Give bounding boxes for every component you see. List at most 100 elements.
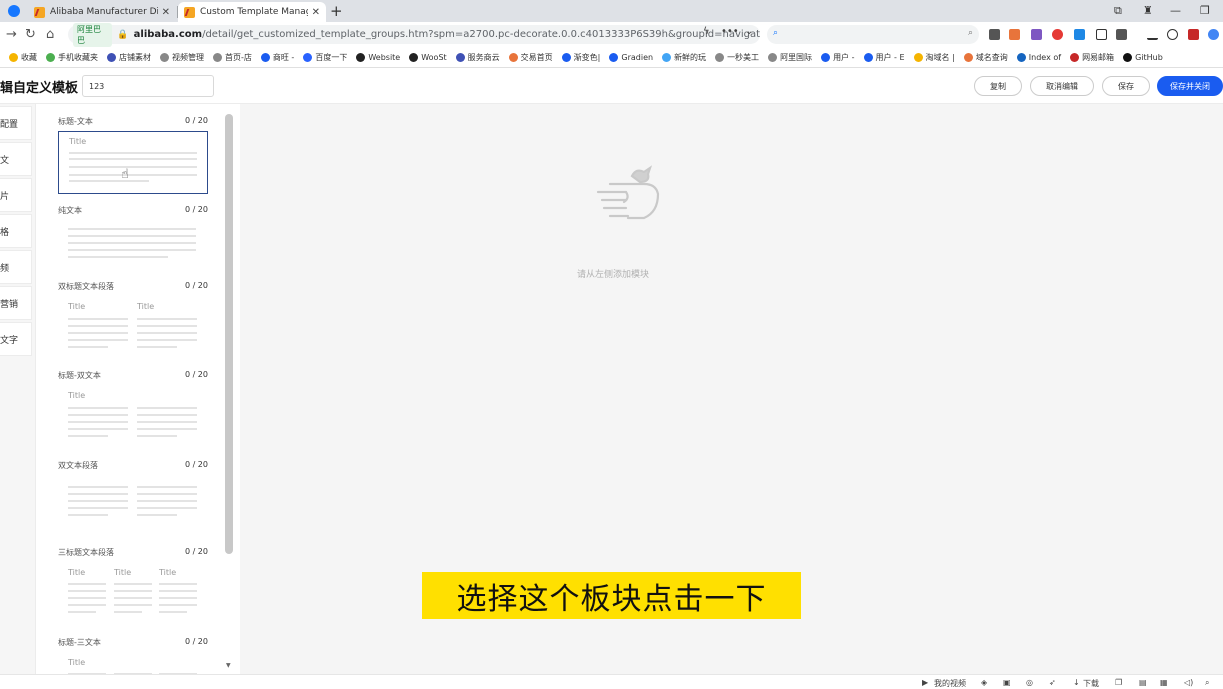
reload-icon[interactable]: ↻	[25, 27, 36, 42]
nav-item-text[interactable]: 文	[0, 142, 32, 176]
nav-item-config[interactable]: 配置	[0, 106, 32, 140]
window-icon[interactable]	[1096, 29, 1107, 40]
bookmark-item[interactable]: Index of	[1016, 52, 1061, 62]
minimize-icon[interactable]: —	[1170, 4, 1181, 17]
module-count: 0 / 20	[184, 205, 208, 214]
extension-red-icon[interactable]	[1052, 29, 1063, 40]
undo-icon[interactable]	[1167, 29, 1178, 40]
more-icon[interactable]: •••	[721, 26, 739, 37]
bookmark-item[interactable]: 百度一下	[303, 52, 347, 63]
cancel-edit-button[interactable]: 取消编辑	[1030, 76, 1094, 96]
home-icon[interactable]: ⌂	[46, 27, 54, 42]
tab-alibaba-manufacturer[interactable]: Alibaba Manufacturer Direc ✕	[28, 2, 176, 22]
mail-icon[interactable]	[1074, 29, 1085, 40]
site-badge: 阿里巴巴	[73, 22, 113, 47]
my-video-icon[interactable]: ▶	[922, 678, 928, 687]
shield-icon[interactable]: ◈	[981, 678, 987, 687]
module-card-title-text[interactable]: Title ☝	[58, 131, 208, 194]
tab-count-icon[interactable]: ⧉	[1114, 4, 1122, 18]
download-icon[interactable]	[1147, 29, 1158, 40]
my-video-label[interactable]: 我的视频	[934, 678, 966, 689]
nav-item-image[interactable]: 片	[0, 178, 32, 212]
chrome-profile-icon[interactable]	[1208, 29, 1219, 40]
editor-header: 辑自定义模板 复制 取消编辑 保存 保存并关闭	[0, 68, 1223, 104]
module-count: 0 / 20	[184, 370, 208, 379]
forward-icon[interactable]: →	[6, 27, 17, 42]
bookmark-item[interactable]: Gradien	[609, 52, 653, 62]
bookmark-item[interactable]: 域名查询	[963, 52, 1008, 63]
close-tab-icon[interactable]: ✕	[312, 7, 320, 18]
module-card-dual-text[interactable]	[58, 480, 208, 528]
search-icon[interactable]: ⌕	[968, 28, 973, 38]
bookmark-item[interactable]: 新鲜的玩	[662, 52, 706, 63]
address-bar-row: → ↻ ⌂ 阿里巴巴 🔒 alibaba.com /detail/get_cus…	[0, 22, 1223, 47]
bookmark-item[interactable]: 淘域名 |	[913, 52, 955, 63]
module-label: 双文本段落	[58, 461, 98, 470]
rocket-icon[interactable]: ➶	[1049, 678, 1056, 687]
bookmark-item[interactable]: 首页-店	[213, 52, 252, 63]
bookmark-item[interactable]: 用户 -	[821, 52, 855, 63]
bookmark-item[interactable]: GitHub	[1123, 52, 1163, 62]
new-tab-icon[interactable]: +	[330, 2, 343, 20]
nav-item-marketing[interactable]: 营销	[0, 286, 32, 320]
url-field[interactable]: 阿里巴巴 🔒 alibaba.com /detail/get_customize…	[68, 22, 760, 47]
bookmark-item[interactable]: 手机收藏夹	[46, 52, 98, 63]
bookmark-item[interactable]: 收藏	[9, 52, 37, 63]
screenshot-icon[interactable]: ▣	[1003, 678, 1011, 687]
extension-box-icon[interactable]	[1188, 29, 1199, 40]
bookmark-item[interactable]: Website	[356, 52, 400, 62]
tab-custom-template-manager[interactable]: Custom Template Manager ✕	[178, 2, 326, 22]
copy-button[interactable]: 复制	[974, 76, 1022, 96]
module-card-dual-title-text[interactable]: Title Title	[58, 300, 208, 355]
bookmark-item[interactable]: 店铺素材	[107, 52, 151, 63]
bookmark-item[interactable]: 商旺 -	[260, 52, 294, 63]
chat-icon[interactable]: ◎	[1026, 678, 1033, 687]
bookmark-item[interactable]: 阿里国际	[768, 52, 812, 63]
shirt-icon[interactable]: ♜	[1143, 4, 1153, 17]
bookmark-item[interactable]: 用户 - E	[863, 52, 905, 63]
grid-icon[interactable]: ▦	[1160, 678, 1168, 687]
bookmark-item[interactable]: 服务商云	[455, 52, 500, 63]
volume-icon[interactable]: ◁)	[1184, 678, 1193, 687]
chevron-down-icon[interactable]: ⌄	[745, 26, 753, 37]
extension-fox-icon[interactable]	[1009, 29, 1020, 40]
browser-logo-icon[interactable]	[8, 5, 20, 17]
browser-search-field[interactable]: ⌕ ⌕	[767, 25, 979, 44]
scissors-icon[interactable]	[989, 29, 1000, 40]
tile-icon[interactable]: ▤	[1139, 678, 1147, 687]
scroll-down-icon[interactable]: ▼	[226, 662, 231, 669]
zoom-icon[interactable]: ⌕	[1205, 678, 1209, 688]
nav-item-wording[interactable]: 文字	[0, 322, 32, 356]
save-button[interactable]: 保存	[1102, 76, 1150, 96]
bookmark-item[interactable]: 一秒美工	[715, 52, 759, 63]
nav-item-video[interactable]: 频	[0, 250, 32, 284]
pointing-hand-bird-icon	[596, 165, 660, 220]
save-and-close-button[interactable]: 保存并关闭	[1157, 76, 1223, 96]
copy-icon[interactable]: ❐	[1115, 678, 1122, 687]
module-count: 0 / 20	[184, 281, 208, 290]
puzzle-icon[interactable]	[1116, 29, 1127, 40]
download-label[interactable]: 下载	[1083, 678, 1099, 689]
bookmark-item[interactable]: WooSt	[409, 52, 447, 62]
download-icon[interactable]: ↓	[1073, 678, 1080, 687]
nav-item-table[interactable]: 格	[0, 214, 32, 248]
bookmark-item[interactable]: 网易邮箱	[1070, 52, 1114, 63]
bookmark-item[interactable]: 视频管理	[160, 52, 204, 63]
lightning-icon[interactable]: ϟ	[703, 26, 710, 37]
module-count: 0 / 20	[184, 637, 208, 646]
module-count: 0 / 20	[184, 460, 208, 469]
restore-icon[interactable]: ❐	[1200, 4, 1210, 17]
module-count: 0 / 20	[184, 116, 208, 125]
url-path: /detail/get_customized_template_groups.h…	[202, 29, 760, 40]
module-card-title-dual-text[interactable]: Title	[58, 389, 208, 444]
panel-scrollbar[interactable]	[225, 114, 233, 554]
video-subtitle: 选择这个板块点击一下	[422, 572, 801, 619]
template-name-input[interactable]	[82, 75, 214, 97]
module-card-triple-title-text[interactable]: Title Title Title	[58, 566, 208, 622]
module-card-plain-text[interactable]	[58, 220, 208, 264]
extension-purple-icon[interactable]	[1031, 29, 1042, 40]
bookmark-item[interactable]: 交易首页	[508, 52, 553, 63]
bookmark-item[interactable]: 渐变色|	[561, 52, 600, 63]
module-card-title-triple-text[interactable]: Title	[58, 656, 208, 674]
close-tab-icon[interactable]: ✕	[162, 7, 170, 18]
